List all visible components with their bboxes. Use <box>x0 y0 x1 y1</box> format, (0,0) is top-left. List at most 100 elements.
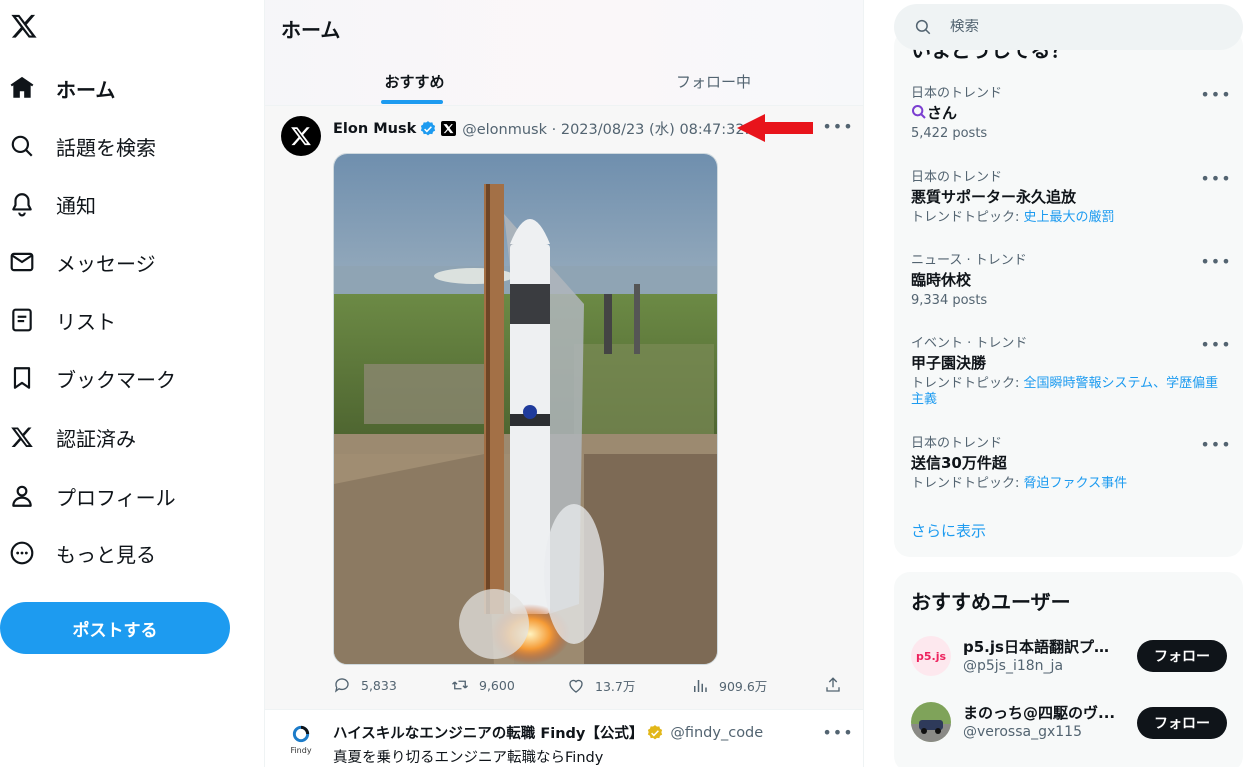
tab-following[interactable]: フォロー中 <box>564 56 863 106</box>
trend-category: イベント · トレンド <box>911 336 1028 351</box>
avatar-text: Findy <box>290 746 312 755</box>
main-timeline: ホーム おすすめ フォロー中 Elon Musk @elonmusk · 202… <box>264 0 864 767</box>
trend-name: 送信30万件超 <box>911 454 1007 472</box>
trend-more-icon[interactable]: ••• <box>1200 168 1230 188</box>
trend-more-icon[interactable]: ••• <box>1200 84 1230 104</box>
trends-panel: いまどうしてる？ 日本のトレンド さん 5,422 posts ••• 日本のト… <box>894 30 1243 557</box>
trend-topic-link[interactable]: 脅迫ファクス事件 <box>1024 476 1128 491</box>
search-bar[interactable] <box>894 4 1243 50</box>
nav-label: プロフィール <box>56 485 176 510</box>
trend-topic: トレンドトピック: 全国瞬時警報システム、学歴偏重主義 <box>911 376 1231 408</box>
nav-item-more[interactable]: もっと見る <box>8 531 172 575</box>
trend-item[interactable]: 日本のトレンド 送信30万件超 トレンドトピック: 脅迫ファクス事件 ••• <box>894 432 1243 516</box>
author-name[interactable]: ハイスキルなエンジニアの転職 Findy【公式】 <box>333 722 643 743</box>
trend-category: 日本のトレンド <box>911 436 1003 451</box>
trend-topic: トレンドトピック: 脅迫ファクス事件 <box>911 476 1231 492</box>
nav-item-home[interactable]: ホーム <box>8 66 131 110</box>
nav-label: もっと見る <box>56 542 156 567</box>
trend-topic: トレンドトピック: 史上最大の厳罰 <box>911 210 1231 226</box>
trend-item[interactable]: ニュース · トレンド 臨時休校 9,334 posts ••• <box>894 249 1243 333</box>
tweet-header: ハイスキルなエンジニアの転職 Findy【公式】 @findy_code <box>333 722 763 743</box>
nav-item-lists[interactable]: リスト <box>8 298 132 342</box>
tweet[interactable]: Findy ハイスキルなエンジニアの転職 Findy【公式】 @findy_co… <box>265 710 863 767</box>
heart-icon <box>569 679 583 693</box>
nav-label: ブックマーク <box>56 367 176 392</box>
more-options-icon[interactable]: ••• <box>822 722 852 742</box>
who-to-follow-panel: おすすめユーザー p5.js p5.js日本語翻訳プロ... @p5js_i18… <box>894 572 1243 767</box>
share-icon <box>826 677 840 692</box>
tweet[interactable]: Elon Musk @elonmusk · 2023/08/23 (水) 08:… <box>265 106 863 710</box>
trend-topic-prefix: トレンドトピック: <box>911 476 1024 491</box>
nav-item-notifications[interactable]: 通知 <box>8 182 112 226</box>
more-options-icon[interactable]: ••• <box>822 116 852 136</box>
avatar[interactable] <box>281 116 321 156</box>
trend-category: 日本のトレンド <box>911 170 1003 185</box>
show-more-link[interactable]: さらに表示 <box>911 520 986 541</box>
tab-for-you[interactable]: おすすめ <box>265 56 564 106</box>
views-chart-icon <box>694 679 707 692</box>
timeline-header: ホーム おすすめ フォロー中 <box>265 0 863 106</box>
trend-more-icon[interactable]: ••• <box>1200 251 1230 271</box>
user-handle: @p5js_i18n_ja <box>963 658 1064 674</box>
reply-count: 5,833 <box>361 677 397 693</box>
x-logo-icon[interactable] <box>10 12 38 40</box>
nav-label: ホーム <box>56 77 116 102</box>
tweet-actions: 5,833 9,600 13.7万 909.6万 <box>333 676 853 700</box>
mail-icon <box>8 248 36 276</box>
avatar[interactable]: p5.js <box>911 636 951 676</box>
trend-item[interactable]: 日本のトレンド さん 5,422 posts ••• <box>894 82 1243 166</box>
search-icon <box>8 132 36 160</box>
trend-post-count: 9,334 posts <box>911 293 988 308</box>
bell-icon <box>8 190 36 218</box>
trend-topic-link[interactable]: 史上最大の厳罰 <box>1024 210 1115 225</box>
avatar[interactable] <box>911 702 951 742</box>
trend-more-icon[interactable]: ••• <box>1200 334 1230 354</box>
more-circle-icon <box>8 539 36 567</box>
nav-item-verified[interactable]: 認証済み <box>8 415 152 459</box>
share-button[interactable] <box>824 676 852 694</box>
nav-label: 認証済み <box>56 426 136 451</box>
active-tab-indicator <box>381 100 443 104</box>
avatar[interactable]: Findy <box>281 724 321 764</box>
trend-more-icon[interactable]: ••• <box>1200 434 1230 454</box>
user-suggestion[interactable]: p5.js p5.js日本語翻訳プロ... @p5js_i18n_ja フォロー <box>894 636 1243 700</box>
rocket-launch-photo <box>334 154 717 664</box>
magnifier-emoji-icon <box>912 105 926 119</box>
author-handle[interactable]: @findy_code <box>670 725 763 741</box>
user-name[interactable]: p5.js日本語翻訳プロ... <box>963 636 1123 657</box>
nav-item-bookmarks[interactable]: ブックマーク <box>8 356 192 400</box>
nav-label: メッセージ <box>56 251 156 276</box>
follow-button[interactable]: フォロー <box>1137 640 1227 672</box>
trend-item[interactable]: イベント · トレンド 甲子園決勝 トレンドトピック: 全国瞬時警報システム、学… <box>894 332 1243 416</box>
reply-button[interactable]: 5,833 <box>333 676 397 694</box>
follow-button[interactable]: フォロー <box>1137 707 1227 739</box>
views-button[interactable]: 909.6万 <box>691 676 767 695</box>
affiliate-badge-icon <box>441 121 457 136</box>
trend-name: 臨時休校 <box>911 271 972 289</box>
trend-item[interactable]: 日本のトレンド 悪質サポーター永久追放 トレンドトピック: 史上最大の厳罰 ••… <box>894 166 1243 250</box>
verified-badge-icon <box>421 120 436 135</box>
nav-item-explore[interactable]: 話題を検索 <box>8 124 172 168</box>
user-name[interactable]: まのっち@四駆のヴ... <box>963 702 1123 723</box>
nav-label: 通知 <box>56 193 96 218</box>
search-input[interactable] <box>950 19 1230 35</box>
trend-name-text: さん <box>927 104 958 122</box>
post-button[interactable]: ポストする <box>0 602 230 654</box>
who-to-follow-title: おすすめユーザー <box>911 590 1071 614</box>
trend-name: さん <box>911 102 957 123</box>
right-sidebar: いまどうしてる？ 日本のトレンド さん 5,422 posts ••• 日本のト… <box>864 0 1245 767</box>
left-navigation: ホーム 話題を検索 通知 メッセージ リスト ブックマーク 認証済み プロフィー… <box>0 0 264 767</box>
handle-timestamp[interactable]: @elonmusk · 2023/08/23 (水) 08:47:32.116 <box>462 118 777 139</box>
list-icon <box>8 306 36 334</box>
like-count: 13.7万 <box>595 679 636 694</box>
like-button[interactable]: 13.7万 <box>567 676 635 695</box>
nav-item-messages[interactable]: メッセージ <box>8 240 172 284</box>
user-suggestion[interactable]: まのっち@四駆のヴ... @verossa_gx115 フォロー <box>894 702 1243 766</box>
nav-item-profile[interactable]: プロフィール <box>8 474 192 518</box>
tweet-image[interactable] <box>333 153 718 665</box>
verified-gold-badge-icon <box>648 724 663 739</box>
car-photo-avatar <box>911 702 951 742</box>
author-name[interactable]: Elon Musk <box>333 121 416 137</box>
nav-label: リスト <box>56 309 116 334</box>
repost-button[interactable]: 9,600 <box>451 676 515 694</box>
